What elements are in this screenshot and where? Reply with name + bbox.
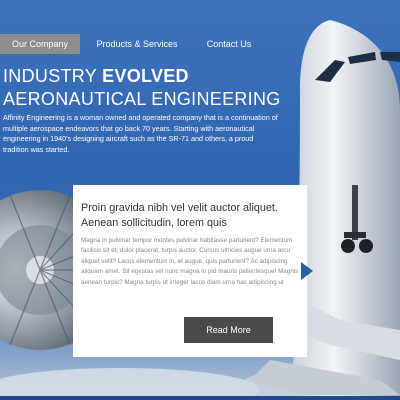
nav-products-services[interactable]: Products & Services bbox=[92, 34, 182, 54]
main-nav: Our Company Products & Services Contact … bbox=[0, 34, 400, 54]
hero-description: Affinity Engineering is a woman owned an… bbox=[3, 113, 278, 154]
nav-contact-us[interactable]: Contact Us bbox=[200, 34, 258, 54]
read-more-button[interactable]: Read More bbox=[184, 317, 273, 343]
hero-title-bold: EVOLVED bbox=[102, 66, 189, 86]
card-title: Proin gravida nibh vel velit auctor aliq… bbox=[81, 202, 278, 229]
nav-our-company[interactable]: Our Company bbox=[0, 34, 80, 54]
bottom-bar bbox=[0, 396, 400, 400]
content-card: Proin gravida nibh vel velit auctor aliq… bbox=[73, 185, 307, 357]
hero-title-line1: INDUSTRY EVOLVED bbox=[3, 66, 189, 87]
hero-title-light: INDUSTRY bbox=[3, 66, 97, 86]
card-body: Magna in pulvinar tempor montes pulvinar… bbox=[81, 237, 299, 286]
slider-next-arrow-icon[interactable] bbox=[301, 262, 313, 280]
hero-title-line2: AERONAUTICAL ENGINEERING bbox=[3, 89, 281, 109]
